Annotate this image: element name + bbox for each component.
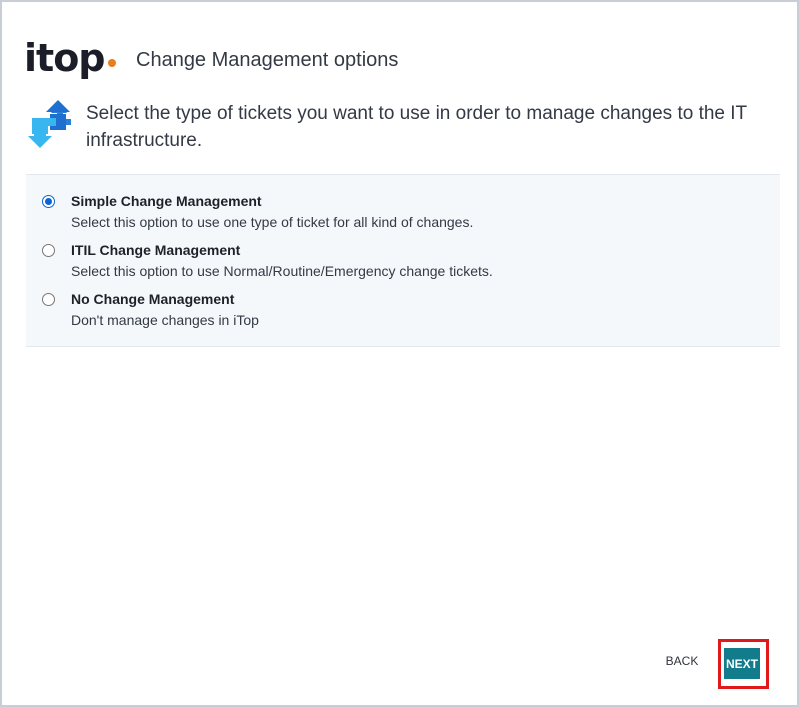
header: itop Change Management options (24, 38, 398, 82)
option-title: ITIL Change Management (71, 242, 241, 258)
back-button[interactable]: BACK (659, 650, 705, 672)
next-button-highlight: NEXT (718, 639, 769, 689)
wizard-window: itop Change Management options Select th… (0, 0, 799, 707)
options-panel: Simple Change Management Select this opt… (26, 174, 780, 347)
radio-no-change[interactable] (42, 293, 55, 306)
option-description: Select this option to use one type of ti… (71, 214, 474, 230)
change-arrows-icon (28, 100, 71, 148)
radio-simple-change[interactable] (42, 195, 55, 208)
option-title: Simple Change Management (71, 193, 262, 209)
itop-logo: itop (24, 38, 116, 82)
option-title: No Change Management (71, 291, 235, 307)
intro-text: Select the type of tickets you want to u… (86, 103, 747, 151)
page-title: Change Management options (136, 49, 399, 71)
next-button[interactable]: NEXT (724, 648, 760, 679)
option-description: Select this option to use Normal/Routine… (71, 263, 493, 279)
radio-itil-change[interactable] (42, 244, 55, 257)
logo-dot (108, 59, 116, 67)
intro: Select the type of tickets you want to u… (26, 100, 766, 154)
option-description: Don't manage changes in iTop (71, 312, 259, 328)
